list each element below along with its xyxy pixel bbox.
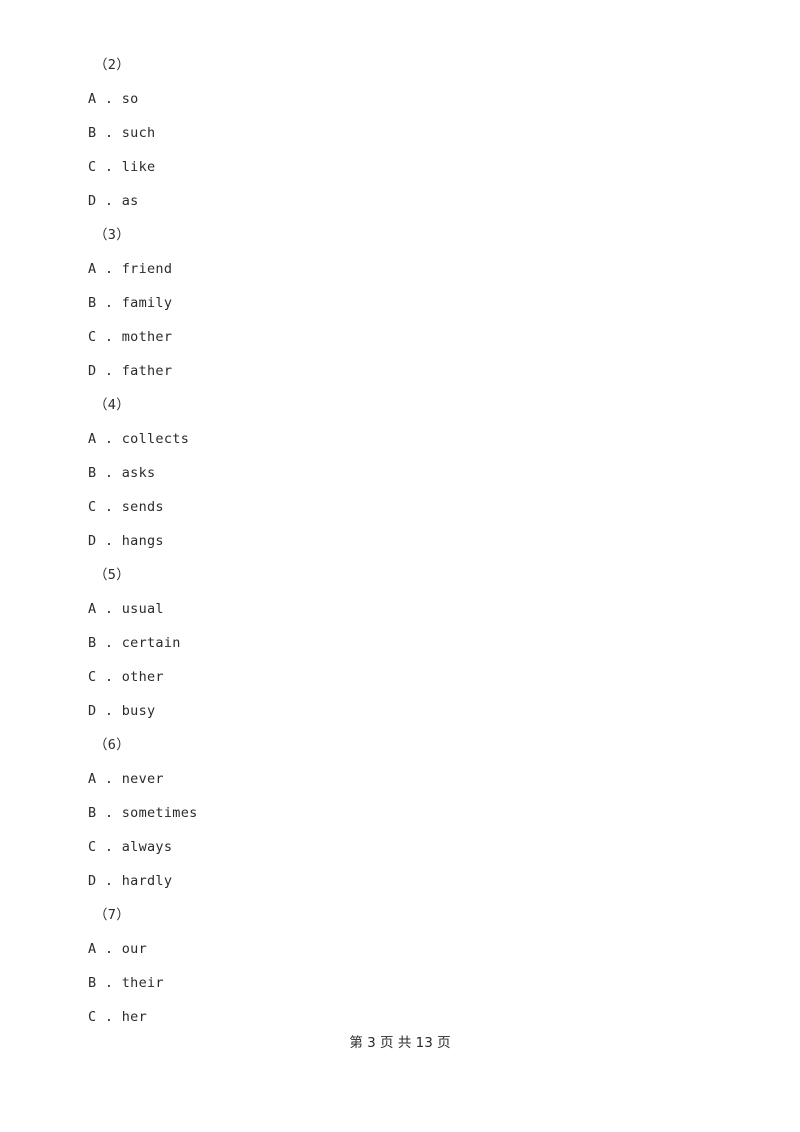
- question-number: （3）: [94, 227, 131, 243]
- question-number: （4）: [94, 397, 131, 413]
- answer-option: D . hardly: [88, 873, 173, 889]
- answer-option: D . busy: [88, 703, 156, 719]
- question-number: （7）: [94, 907, 131, 923]
- question-number: （6）: [94, 737, 131, 753]
- question-number: （5）: [94, 567, 131, 583]
- answer-option: B . sometimes: [88, 805, 198, 821]
- answer-option: C . like: [88, 159, 156, 175]
- answer-option: D . as: [88, 193, 139, 209]
- answer-option: B . their: [88, 975, 164, 991]
- answer-option: C . other: [88, 669, 164, 685]
- answer-option: C . always: [88, 839, 173, 855]
- answer-option: D . hangs: [88, 533, 164, 549]
- answer-option: B . family: [88, 295, 173, 311]
- answer-option: A . friend: [88, 261, 173, 277]
- answer-option: C . sends: [88, 499, 164, 515]
- answer-option: B . certain: [88, 635, 181, 651]
- question-number: （2）: [94, 57, 131, 73]
- answer-option: A . so: [88, 91, 139, 107]
- question-list: （2） A . so B . such C . like D . as （3） A . fr…: [88, 48, 708, 1034]
- answer-option: A . our: [88, 941, 147, 957]
- answer-option: B . such: [88, 125, 156, 141]
- answer-option: B . asks: [88, 465, 156, 481]
- document-page: （2） A . so B . such C . like D . as （3） A . fr…: [0, 0, 800, 1132]
- page-footer: 第 3 页 共 13 页: [349, 1035, 451, 1051]
- answer-option: D . father: [88, 363, 173, 379]
- answer-option: A . collects: [88, 431, 190, 447]
- answer-option: C . mother: [88, 329, 173, 345]
- answer-option: A . usual: [88, 601, 164, 617]
- answer-option: A . never: [88, 771, 164, 787]
- answer-option: C . her: [88, 1009, 147, 1025]
